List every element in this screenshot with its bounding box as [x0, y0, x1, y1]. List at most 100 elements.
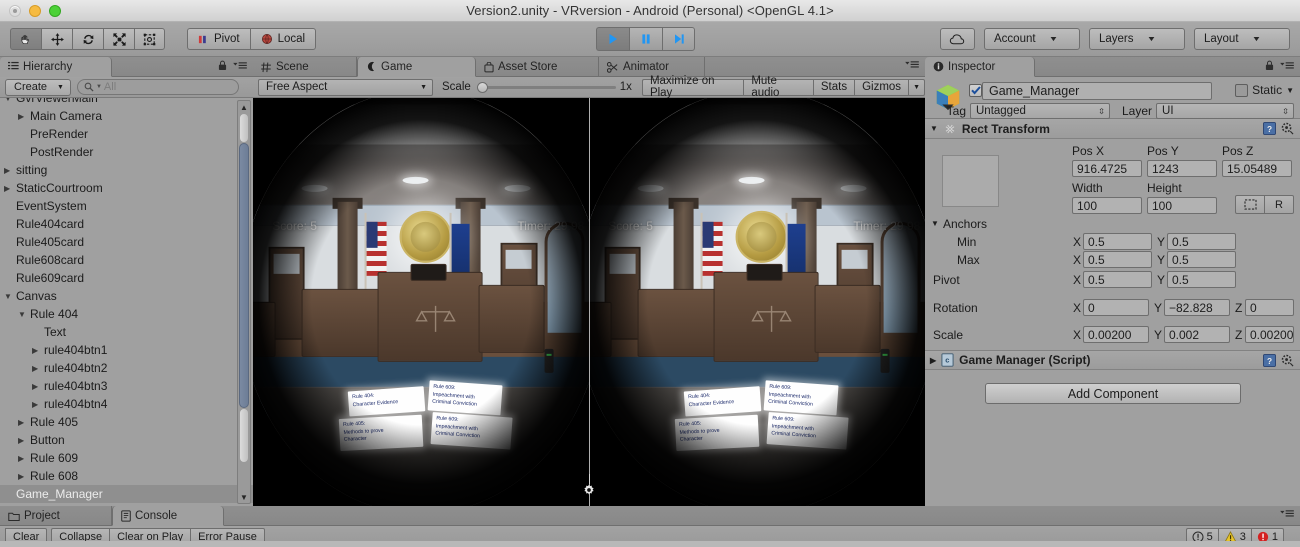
- anchor-max-y-input[interactable]: 0.5: [1167, 251, 1236, 268]
- anchors-foldout-icon[interactable]: ▼: [931, 219, 939, 228]
- gameobject-name-input[interactable]: Game_Manager: [982, 82, 1212, 100]
- tab-asset-store[interactable]: Asset Store: [476, 57, 599, 77]
- help-icon[interactable]: ?: [1263, 353, 1276, 367]
- tab-game[interactable]: Game: [357, 57, 476, 77]
- pos-z-input[interactable]: 15.05489: [1222, 160, 1292, 177]
- scale-x-input[interactable]: 0.00200: [1083, 326, 1149, 343]
- pos-x-input[interactable]: 916.4725: [1072, 160, 1142, 177]
- gizmos-dropdown-arrow[interactable]: ▼: [908, 78, 925, 96]
- game-render-viewport[interactable]: Score: 5 Timer: 29.98 Rule 404: Characte…: [253, 98, 925, 506]
- hierarchy-item-staticcourtroom[interactable]: ▶ StaticCourtroom: [0, 179, 253, 197]
- tab-inspector[interactable]: Inspector: [925, 57, 1035, 77]
- raw-edit-button[interactable]: R: [1265, 195, 1294, 214]
- panel-menu-icon[interactable]: [905, 60, 919, 70]
- hierarchy-item-rule-404[interactable]: ▼ Rule 404: [0, 305, 253, 323]
- anchor-min-y-input[interactable]: 0.5: [1167, 233, 1236, 250]
- scrollbar-thumb-top[interactable]: [239, 113, 249, 143]
- rotate-tool-button[interactable]: [72, 28, 103, 50]
- foldout-open-icon[interactable]: ▼: [18, 310, 30, 319]
- pivot-y-input[interactable]: 0.5: [1167, 271, 1236, 288]
- hierarchy-item-gvrviewermain[interactable]: ▼ GvrViewerMain: [0, 98, 253, 107]
- hierarchy-item-text[interactable]: Text: [0, 323, 253, 341]
- hierarchy-item-sitting[interactable]: ▶ sitting: [0, 161, 253, 179]
- hierarchy-item-eventsystem[interactable]: EventSystem: [0, 197, 253, 215]
- rotation-y-input[interactable]: −82.828: [1164, 299, 1230, 316]
- stats-button[interactable]: Stats: [812, 78, 855, 96]
- pivot-toggle-button[interactable]: Pivot: [187, 28, 250, 50]
- hierarchy-item-rule-609[interactable]: ▶ Rule 609: [0, 449, 253, 467]
- hierarchy-item-canvas[interactable]: ▼ Canvas: [0, 287, 253, 305]
- hierarchy-search-input[interactable]: ▼ All: [76, 79, 239, 95]
- hierarchy-item-rule404card[interactable]: Rule404card: [0, 215, 253, 233]
- hand-tool-button[interactable]: [10, 28, 41, 50]
- rule-card-609-a[interactable]: Rule 609: Impeachment with Criminal Conv…: [763, 380, 838, 415]
- foldout-open-icon[interactable]: ▼: [930, 124, 938, 133]
- rule-card-609-b[interactable]: Rule 609: Impeachment with Criminal Conv…: [430, 411, 513, 449]
- tag-dropdown[interactable]: Untagged ⇳: [970, 103, 1110, 119]
- gizmos-button[interactable]: Gizmos: [854, 78, 909, 96]
- tab-project[interactable]: Project: [0, 506, 112, 526]
- layout-dropdown[interactable]: Layout ▼: [1194, 28, 1290, 50]
- rule-card-405[interactable]: Rule 405: Methods to prove Character: [674, 414, 760, 451]
- scale-slider[interactable]: [476, 79, 616, 95]
- pos-y-input[interactable]: 1243: [1147, 160, 1217, 177]
- foldout-closed-icon[interactable]: ▶: [4, 166, 16, 175]
- panel-menu-icon[interactable]: [233, 61, 247, 71]
- static-checkbox[interactable]: [1235, 83, 1249, 97]
- help-icon[interactable]: ?: [1263, 122, 1276, 135]
- layers-dropdown[interactable]: Layers ▼: [1089, 28, 1185, 50]
- foldout-closed-icon[interactable]: ▶: [18, 418, 30, 427]
- panel-menu-icon[interactable]: [1280, 509, 1294, 519]
- foldout-closed-icon[interactable]: ▶: [32, 382, 44, 391]
- foldout-open-icon[interactable]: ▼: [4, 292, 16, 301]
- hierarchy-scrollbar[interactable]: ▲ ▼: [237, 100, 251, 504]
- hierarchy-item-rule404btn2[interactable]: ▶ rule404btn2: [0, 359, 253, 377]
- foldout-closed-icon[interactable]: ▶: [32, 364, 44, 373]
- local-toggle-button[interactable]: Local: [249, 28, 317, 50]
- scrollbar-thumb[interactable]: [239, 143, 249, 408]
- hierarchy-item-postrender[interactable]: PostRender: [0, 143, 253, 161]
- mute-audio-button[interactable]: Mute audio: [743, 75, 813, 99]
- rule-card-609-b[interactable]: Rule 609: Impeachment with Criminal Conv…: [766, 411, 849, 449]
- chevron-down-icon[interactable]: ▼: [1286, 86, 1294, 95]
- hierarchy-item-rule404btn3[interactable]: ▶ rule404btn3: [0, 377, 253, 395]
- maximize-on-play-button[interactable]: Maximize on Play: [641, 75, 744, 99]
- rule-card-405[interactable]: Rule 405: Methods to prove Character: [338, 414, 424, 451]
- scroll-up-arrow-icon[interactable]: ▲: [240, 101, 248, 113]
- hierarchy-item-rule-608[interactable]: ▶ Rule 608: [0, 467, 253, 485]
- tab-hierarchy[interactable]: Hierarchy: [0, 57, 112, 77]
- anchor-max-x-input[interactable]: 0.5: [1083, 251, 1152, 268]
- move-tool-button[interactable]: [41, 28, 72, 50]
- settings-gear-icon[interactable]: [1281, 122, 1294, 135]
- account-dropdown[interactable]: Account ▼: [984, 28, 1080, 50]
- rect-tool-button[interactable]: [134, 28, 165, 50]
- foldout-closed-icon[interactable]: ▶: [32, 346, 44, 355]
- create-button[interactable]: Create ▼: [5, 78, 71, 96]
- scale-tool-button[interactable]: [103, 28, 134, 50]
- hierarchy-tree[interactable]: ▼ GvrViewerMain ▶ Main Camera PreRender PostR…: [0, 98, 253, 506]
- foldout-closed-icon[interactable]: ▶: [930, 356, 936, 365]
- foldout-open-icon[interactable]: ▼: [4, 98, 16, 103]
- hierarchy-item-rule609card[interactable]: Rule609card: [0, 269, 253, 287]
- hierarchy-item-game-manager[interactable]: Game_Manager: [0, 485, 253, 503]
- blueprint-mode-button[interactable]: [1235, 195, 1265, 214]
- anchor-preset-widget[interactable]: [942, 155, 999, 207]
- play-button[interactable]: [596, 27, 629, 51]
- vr-settings-button[interactable]: [582, 483, 596, 500]
- rotation-x-input[interactable]: 0: [1083, 299, 1149, 316]
- cloud-services-button[interactable]: [940, 28, 975, 50]
- layer-dropdown[interactable]: UI ⇳: [1156, 103, 1294, 119]
- lock-icon[interactable]: [1265, 60, 1274, 71]
- hierarchy-item-button[interactable]: ▶ Button: [0, 431, 253, 449]
- tab-scene[interactable]: Scene: [253, 57, 357, 77]
- gameobject-enabled-checkbox[interactable]: [969, 84, 982, 97]
- foldout-closed-icon[interactable]: ▶: [32, 400, 44, 409]
- scale-z-input[interactable]: 0.00200: [1245, 326, 1294, 343]
- scroll-down-arrow-icon[interactable]: ▼: [240, 491, 248, 503]
- pivot-x-input[interactable]: 0.5: [1083, 271, 1152, 288]
- foldout-closed-icon[interactable]: ▶: [18, 112, 30, 121]
- slider-knob[interactable]: [476, 82, 488, 93]
- hierarchy-item-main-camera[interactable]: ▶ Main Camera: [0, 107, 253, 125]
- game-manager-script-header[interactable]: ▶ c Game Manager (Script) ?: [925, 350, 1300, 370]
- rule-card-609-a[interactable]: Rule 609: Impeachment with Criminal Conv…: [427, 380, 502, 415]
